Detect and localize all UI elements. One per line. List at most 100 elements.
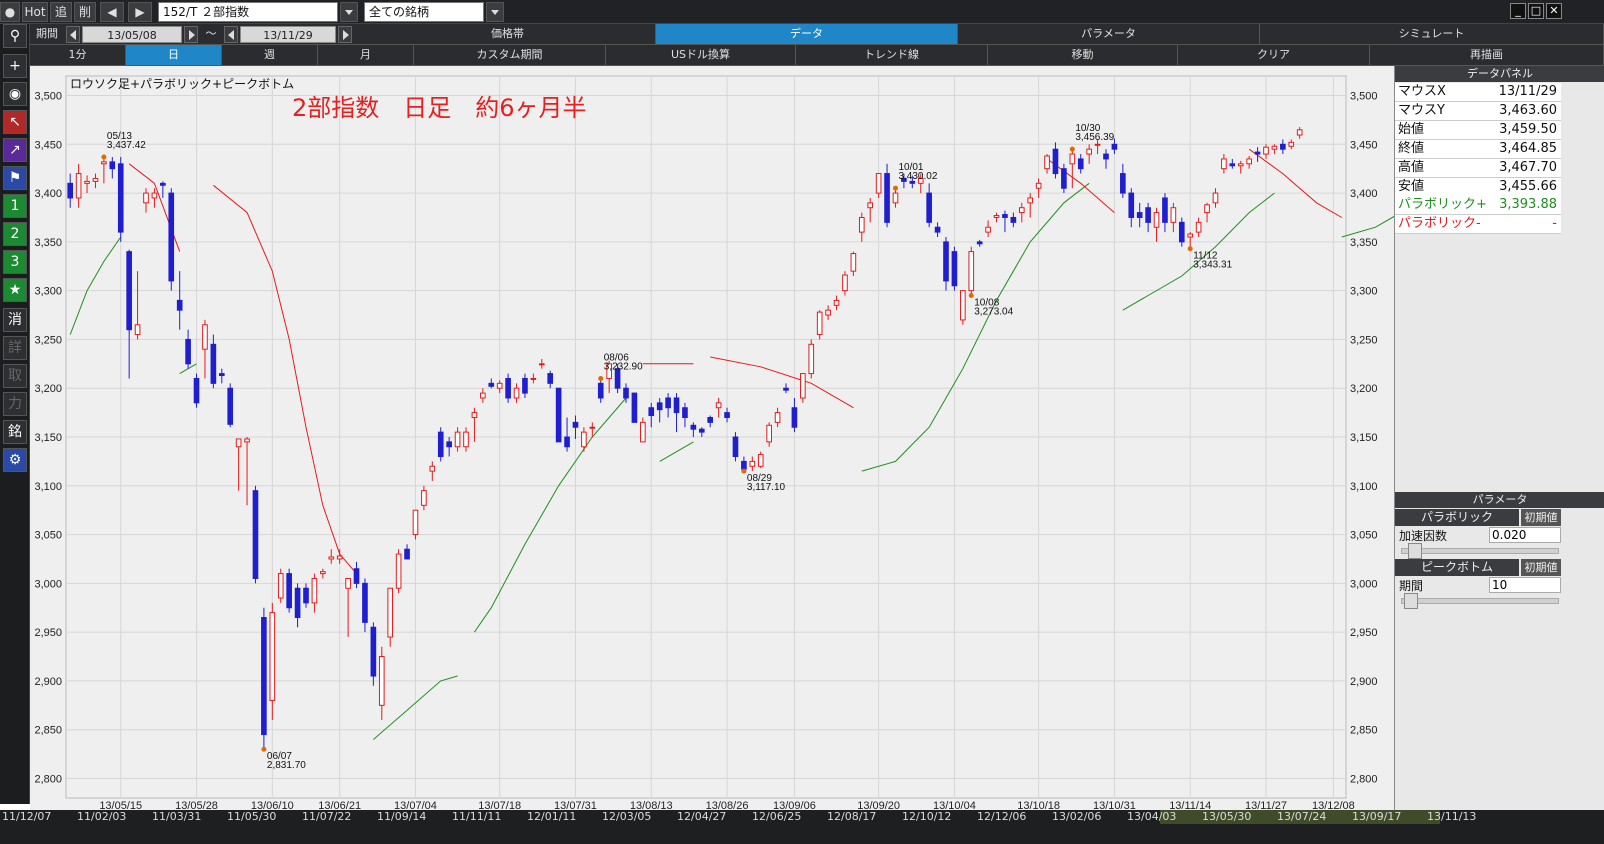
parabolic-minus-label: パラボリック- <box>1398 216 1481 231</box>
trade-button[interactable]: 取 <box>3 364 27 388</box>
parabolic-plus-row: パラボリック+ 3,393.88 <box>1395 196 1561 215</box>
candle-body <box>261 617 267 736</box>
data-row-label: 高値 <box>1398 160 1425 175</box>
interval-0[interactable]: 1分 <box>30 45 126 65</box>
camera-icon[interactable]: ◉ <box>3 82 27 106</box>
peak-value-label: 3,232.90 <box>604 361 643 372</box>
filter-dropdown-icon[interactable] <box>486 2 504 22</box>
y-tick-label-right: 3,050 <box>1350 530 1378 542</box>
minimize-icon[interactable]: _ <box>1510 3 1526 19</box>
x-tick-label: 13/11/14 <box>1169 800 1211 810</box>
timeline-scroller[interactable]: 11/12/07 11/02/03 11/03/31 11/05/30 11/07/22… <box>0 810 1604 844</box>
chart-red-icon[interactable]: ↖ <box>3 110 27 134</box>
chart-button-0[interactable]: カスタム期間 <box>414 45 606 65</box>
from-next-icon[interactable] <box>184 26 198 43</box>
search-icon[interactable]: ⚲ <box>3 24 27 48</box>
candlestick-chart[interactable]: 3,500 3,500 3,450 3,450 3,400 3,400 3,350 3,350… <box>30 66 1394 810</box>
peak-value-label: 2,831.70 <box>267 760 306 771</box>
candle-body <box>673 397 680 414</box>
candle-body <box>463 431 469 448</box>
data-row-label: 終値 <box>1398 141 1425 156</box>
candle-body <box>875 173 882 194</box>
chart-purple-icon[interactable]: ↗ <box>3 138 27 162</box>
candle-body <box>294 587 301 619</box>
close-icon[interactable]: ✕ <box>1546 3 1562 19</box>
interval-row: 1分日週月 カスタム期間 USドル換算 トレンド線 移動 クリア 再描画 <box>30 45 1604 66</box>
candle-body <box>665 397 671 409</box>
to-date-field[interactable]: 13/11/29 <box>240 26 336 43</box>
candle-body <box>1254 151 1261 155</box>
power-button[interactable]: 力 <box>3 392 27 416</box>
timeline-tick: 13/02/06 <box>1052 810 1102 823</box>
erase-button[interactable]: 消 <box>3 308 27 332</box>
candle-body <box>218 373 225 377</box>
parabolic-reset-button[interactable]: 初期値 <box>1521 509 1561 526</box>
interval-3[interactable]: 月 <box>318 45 414 65</box>
tab-3[interactable]: シミュレート <box>1260 24 1604 44</box>
timeline-tick: 13/05/30 <box>1202 810 1252 823</box>
delete-button[interactable]: 削 <box>74 2 96 22</box>
peak-marker <box>741 468 747 474</box>
period-param-field[interactable]: 10 <box>1489 577 1561 593</box>
from-prev-icon[interactable] <box>66 26 80 43</box>
period-slider[interactable] <box>1401 598 1559 604</box>
candle-body <box>269 612 276 701</box>
flag-icon[interactable]: ⚑ <box>3 166 27 190</box>
add-button[interactable]: 追 <box>50 2 72 22</box>
preset-3-button[interactable]: 3 <box>3 250 27 274</box>
tab-2[interactable]: パラメータ <box>958 24 1260 44</box>
tab-1[interactable]: データ <box>656 24 958 44</box>
y-tick-label-left: 3,450 <box>34 139 62 151</box>
gear-icon[interactable]: ⚙ <box>3 448 27 472</box>
star-icon[interactable]: ★ <box>3 278 27 302</box>
candle-body <box>320 571 326 575</box>
y-tick-label-left: 3,400 <box>34 188 62 200</box>
symbol-field[interactable]: 152/T ２部指数 <box>158 2 338 22</box>
candle-body <box>960 290 966 321</box>
next-arrow-icon[interactable]: ▶ <box>128 2 152 22</box>
tilde-label: ～ <box>205 27 217 40</box>
bulb-icon[interactable]: ● <box>0 2 20 22</box>
preset-2-button[interactable]: 2 <box>3 222 27 246</box>
y-tick-label-right: 2,950 <box>1350 627 1378 639</box>
to-prev-icon[interactable] <box>224 26 238 43</box>
chart-button-3[interactable]: 移動 <box>988 45 1178 65</box>
from-date-field[interactable]: 13/05/08 <box>82 26 182 43</box>
symbol-dropdown-icon[interactable] <box>340 2 358 22</box>
stock-button[interactable]: 銘 <box>3 420 27 444</box>
hot-button[interactable]: Hot <box>22 2 48 22</box>
prev-arrow-icon[interactable]: ◀ <box>100 2 124 22</box>
tab-0[interactable]: 価格帯 <box>360 24 656 44</box>
plus-icon[interactable]: + <box>3 54 27 78</box>
candle-body <box>227 387 234 425</box>
candle-body <box>757 454 764 467</box>
chart-area[interactable]: 3,500 3,500 3,450 3,450 3,400 3,400 3,350 3,350… <box>30 66 1394 810</box>
chart-button-4[interactable]: クリア <box>1178 45 1370 65</box>
candle-body <box>1195 221 1202 233</box>
chart-button-2[interactable]: トレンド線 <box>796 45 988 65</box>
x-tick-label: 13/07/31 <box>554 800 597 810</box>
candle-body <box>1246 158 1252 165</box>
candle-body <box>471 412 478 418</box>
accel-field[interactable]: 0.020 <box>1489 527 1561 543</box>
data-panel-title: データパネル <box>1395 66 1604 82</box>
candle-body <box>437 431 444 458</box>
to-next-icon[interactable] <box>338 26 352 43</box>
peakbottom-reset-button[interactable]: 初期値 <box>1521 559 1561 576</box>
chart-button-5[interactable]: 再描画 <box>1370 45 1604 65</box>
preset-1-button[interactable]: 1 <box>3 194 27 218</box>
period-slider-knob[interactable] <box>1403 593 1418 609</box>
maximize-icon[interactable]: □ <box>1528 3 1544 19</box>
detail-button[interactable]: 詳 <box>3 336 27 360</box>
accel-slider-knob[interactable] <box>1408 543 1423 559</box>
accel-slider[interactable] <box>1401 548 1559 554</box>
chart-button-1[interactable]: USドル換算 <box>606 45 796 65</box>
filter-select[interactable]: 全ての銘柄 <box>364 2 484 22</box>
interval-1[interactable]: 日 <box>126 45 222 65</box>
candle-body <box>648 407 655 417</box>
data-row-value: 13/11/29 <box>1498 84 1557 99</box>
interval-2[interactable]: 週 <box>222 45 318 65</box>
peak-value-label: 3,430.02 <box>898 171 937 182</box>
peak-marker <box>968 293 974 299</box>
candle-body <box>160 182 166 186</box>
